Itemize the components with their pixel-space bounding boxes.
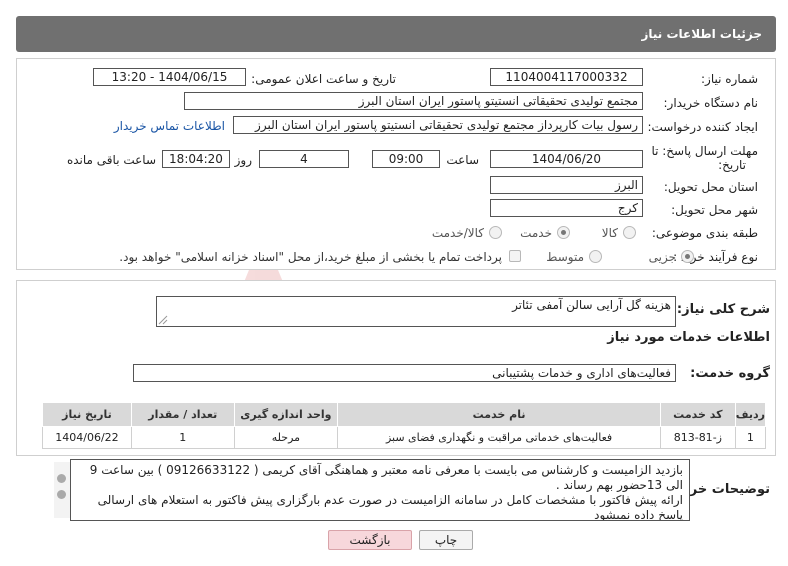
cell-quantity: 1 <box>130 426 235 449</box>
buyer-org-field[interactable]: مجتمع تولیدی تحقیقاتی انستیتو پاستور ایر… <box>184 92 643 110</box>
services-section-title: اطلاعات خدمات مورد نیاز <box>607 330 770 345</box>
need-number-label: شماره نیاز: <box>701 72 758 86</box>
table-row: 1 ز-81-813 فعالیت‌های خدماتی مراقبت و نگ… <box>42 426 767 449</box>
process-option-minor: جزیی <box>648 250 676 264</box>
requester-field[interactable]: رسول بیات کارپرداز مجتمع تولیدی تحقیقاتی… <box>233 116 643 134</box>
scroll-dot-icon <box>57 490 66 499</box>
page-frame: AriaTender.neT جزئیات اطلاعات نیاز شماره… <box>16 10 776 558</box>
summary-textarea[interactable]: هزینه گل آرایی سالن آمفی تئاتر <box>156 296 676 327</box>
notes-line: پاسخ داده نمیشود <box>594 508 683 521</box>
city-field[interactable]: کرج <box>490 199 643 217</box>
category-option-goods: کالا <box>601 226 618 240</box>
col-need-date: تاریخ نیاز <box>42 402 132 427</box>
back-button[interactable]: بازگشت <box>328 530 412 550</box>
cell-need-date: 1404/06/22 <box>42 426 132 449</box>
deadline-label-1: مهلت ارسال پاسخ: تا <box>651 144 758 158</box>
process-radio-medium[interactable] <box>589 250 602 263</box>
cell-service-code: ز-81-813 <box>659 426 736 449</box>
treasury-payment-checkbox[interactable] <box>509 250 521 262</box>
service-group-field[interactable]: فعالیت‌های اداری و خدمات پشتیبانی <box>133 364 676 382</box>
notes-line: بازدید الزامیست و کارشناس می بایست با مع… <box>89 463 683 477</box>
category-radio-goods[interactable] <box>623 226 636 239</box>
col-unit: واحد اندازه گیری <box>233 402 339 427</box>
announce-field[interactable]: 1404/06/15 - 13:20 <box>93 68 246 86</box>
process-option-medium: متوسط <box>546 250 584 264</box>
notes-line: ارائه پیش فاکتور با مشخصات کامل در سامان… <box>97 493 683 507</box>
remaining-time-label: ساعت باقی مانده <box>66 153 156 167</box>
remaining-time-field[interactable]: 18:04:20 <box>162 150 230 168</box>
service-group-label: گروه خدمت: <box>690 366 770 381</box>
cell-unit: مرحله <box>233 426 339 449</box>
requester-label: ایجاد کننده درخواست: <box>647 120 758 134</box>
city-label: شهر محل تحویل: <box>671 203 758 217</box>
remaining-days-field[interactable]: 4 <box>259 150 349 168</box>
col-service-name: نام خدمت <box>337 402 661 427</box>
treasury-payment-note: پرداخت تمام یا بخشی از مبلغ خرید،از محل … <box>119 250 502 264</box>
deadline-label-2: تاریخ: <box>718 158 746 172</box>
category-radio-goods-service[interactable] <box>489 226 502 239</box>
deadline-time-label: ساعت <box>446 153 479 167</box>
category-option-goods-service: کالا/خدمت <box>431 226 484 240</box>
scroll-dot-icon <box>57 474 66 483</box>
province-field[interactable]: البرز <box>490 176 643 194</box>
category-label: طبقه بندی موضوعی: <box>651 226 758 240</box>
category-radio-service[interactable] <box>557 226 570 239</box>
deadline-date-field[interactable]: 1404/06/20 <box>490 150 643 168</box>
page-header: جزئیات اطلاعات نیاز <box>16 16 776 52</box>
col-quantity: تعداد / مقدار <box>130 402 235 427</box>
services-table-header: ردیف کد خدمت نام خدمت واحد اندازه گیری ت… <box>42 402 767 427</box>
buyer-notes-textarea[interactable]: بازدید الزامیست و کارشناس می بایست با مع… <box>70 459 690 521</box>
col-service-code: کد خدمت <box>659 402 736 427</box>
buyer-contact-link[interactable]: اطلاعات تماس خریدار <box>114 119 225 133</box>
deadline-time-field[interactable]: 09:00 <box>372 150 440 168</box>
notes-line: الی 13حضور بهم رساند . <box>555 478 683 492</box>
cell-row: 1 <box>734 426 767 449</box>
category-option-service: خدمت <box>520 226 552 240</box>
province-label: استان محل تحویل: <box>663 180 758 194</box>
summary-label: شرح کلی نیاز: <box>676 302 770 317</box>
process-radio-minor[interactable] <box>681 250 694 263</box>
cell-service-name: فعالیت‌های خدماتی مراقبت و نگهداری فضای … <box>337 426 661 449</box>
col-row: ردیف <box>734 402 767 427</box>
services-table: ردیف کد خدمت نام خدمت واحد اندازه گیری ت… <box>42 402 767 449</box>
need-number-field[interactable]: 1104004117000332 <box>490 68 643 86</box>
announce-label: تاریخ و ساعت اعلان عمومی: <box>251 72 396 86</box>
buyer-org-label: نام دستگاه خریدار: <box>663 96 759 110</box>
print-button[interactable]: چاپ <box>419 530 473 550</box>
resize-handle-icon <box>158 315 168 325</box>
